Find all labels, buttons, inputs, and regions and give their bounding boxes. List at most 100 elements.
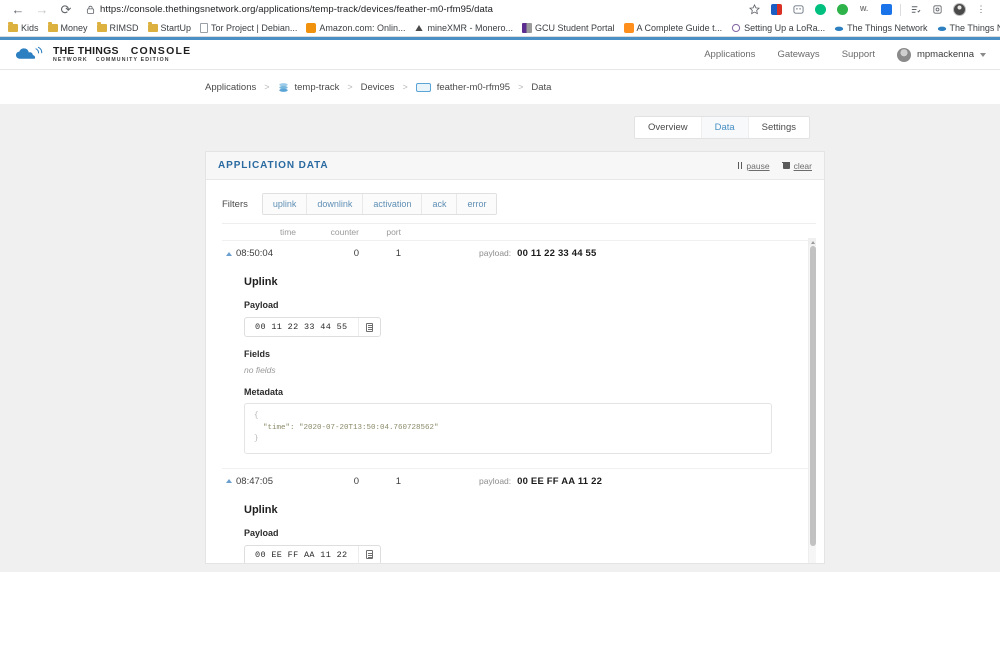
- extension-icon-4[interactable]: [831, 0, 853, 19]
- copy-payload-button[interactable]: [357, 545, 380, 563]
- breadcrumb-data[interactable]: Data: [531, 82, 551, 93]
- bookmark-item[interactable]: mineXMR - Monero...: [411, 19, 519, 36]
- filter-button-group: uplink downlink activation ack error: [261, 193, 498, 215]
- bookmark-star-icon[interactable]: [743, 0, 765, 19]
- filter-downlink[interactable]: downlink: [307, 194, 364, 214]
- folder-icon: [8, 21, 18, 32]
- event-type-title: Uplink: [244, 503, 278, 516]
- bookmark-item[interactable]: The Things Network: [831, 19, 933, 36]
- payload-value: 00 EE FF AA 11 22: [517, 475, 603, 487]
- bookmark-item[interactable]: GCU Student Portal: [519, 19, 621, 36]
- breadcrumb-label: Data: [531, 81, 552, 93]
- brand-name-line2: NETWORK: [53, 56, 88, 63]
- collections-icon[interactable]: [904, 0, 926, 19]
- panel-header: APPLICATION DATA pause clear: [206, 152, 824, 180]
- content-area: Overview Data Settings APPLICATION DATA …: [0, 104, 1000, 572]
- scroll-up-arrow-icon[interactable]: [809, 238, 816, 246]
- event-time: 08:47:05: [236, 475, 273, 487]
- filter-error[interactable]: error: [457, 194, 497, 214]
- amazon-icon: [306, 22, 317, 33]
- bookmark-item[interactable]: Kids: [5, 19, 45, 36]
- tabs-row: Overview Data Settings: [0, 104, 1000, 139]
- breadcrumb-separator: >: [347, 82, 353, 92]
- ttn-cloud-logo: [16, 47, 43, 60]
- bookmark-item[interactable]: Money: [45, 19, 94, 36]
- breadcrumb-temp-track[interactable]: temp-track: [278, 82, 339, 93]
- payload-field[interactable]: 00 11 22 33 44 55: [244, 317, 381, 337]
- breadcrumb-device[interactable]: feather-m0-rfm95: [415, 82, 510, 93]
- copy-payload-button[interactable]: [357, 318, 380, 336]
- panel-actions: pause clear: [737, 161, 812, 171]
- brand-text: THE THINGS CONSOLE NETWORK COMMUNITY EDI…: [53, 46, 191, 63]
- breadcrumb-label: Applications: [205, 81, 257, 93]
- payload-field-value: 00 11 22 33 44 55: [255, 322, 348, 332]
- bookmark-item[interactable]: Setting Up a LoRa...: [728, 19, 831, 36]
- bookmarks-bar: Kids Money RIMSD StartUp Tor Project | D…: [0, 19, 1000, 37]
- nav-applications[interactable]: Applications: [704, 49, 755, 60]
- extension-icon-3[interactable]: [809, 0, 831, 19]
- extension-icon-6[interactable]: [875, 0, 897, 19]
- chevron-up-icon: [226, 479, 232, 484]
- bookmark-item[interactable]: RIMSD: [94, 19, 145, 36]
- browser-chrome: ← → ⟳ https://console.thethingsnetwork.o…: [0, 0, 1000, 37]
- data-list-scroll-area[interactable]: time counter port 08:50:04 0 1 payload: …: [222, 223, 816, 563]
- tab-overview[interactable]: Overview: [635, 117, 702, 138]
- nav-gateways[interactable]: Gateways: [777, 49, 819, 60]
- vertical-scrollbar[interactable]: [808, 238, 816, 563]
- filter-uplink[interactable]: uplink: [262, 194, 308, 214]
- ttn-header: THE THINGS CONSOLE NETWORK COMMUNITY EDI…: [0, 40, 1000, 70]
- pause-icon: [737, 162, 743, 169]
- toolbar-divider: [900, 3, 901, 16]
- reload-button[interactable]: ⟳: [54, 0, 78, 19]
- pause-button[interactable]: pause: [737, 161, 770, 171]
- filters-row: Filters uplink downlink activation ack e…: [206, 180, 824, 223]
- ttn-icon: [834, 26, 844, 31]
- metadata-json-box: { "time": "2020-07-20T13:50:04.760728562…: [244, 403, 772, 454]
- table-row[interactable]: 08:50:04 0 1 payload: 00 11 22 33 44 55: [222, 240, 816, 266]
- extension-icon-1[interactable]: [765, 0, 787, 19]
- user-menu[interactable]: mpmackenna: [896, 47, 986, 62]
- breadcrumb: Applications > temp-track > Devices > fe…: [0, 70, 1000, 104]
- filter-activation[interactable]: activation: [363, 194, 423, 214]
- extension-icon-2[interactable]: [787, 0, 809, 19]
- filter-ack[interactable]: ack: [422, 194, 458, 214]
- bookmark-item[interactable]: Tor Project | Debian...: [197, 19, 303, 36]
- puzzle-icon[interactable]: [926, 0, 948, 19]
- url-text: https://console.thethingsnetwork.org/app…: [100, 4, 493, 15]
- browser-menu-button[interactable]: ⋮: [970, 0, 992, 19]
- address-bar[interactable]: https://console.thethingsnetwork.org/app…: [82, 2, 737, 17]
- breadcrumb-applications[interactable]: Applications: [205, 82, 256, 93]
- breadcrumb-devices[interactable]: Devices: [361, 82, 395, 93]
- forward-button[interactable]: →: [30, 0, 54, 19]
- bookmark-item[interactable]: The Things Network: [934, 19, 1000, 36]
- payload-label: payload:: [479, 248, 512, 258]
- tab-settings[interactable]: Settings: [748, 117, 809, 138]
- extension-icon-5[interactable]: W.: [853, 0, 875, 19]
- back-button[interactable]: ←: [6, 0, 30, 19]
- device-tabs: Overview Data Settings: [634, 116, 810, 139]
- column-header-time: time: [279, 227, 296, 237]
- column-header-counter: counter: [330, 227, 359, 237]
- application-data-panel: APPLICATION DATA pause clear Filters upl…: [205, 151, 825, 564]
- payload-section-label: Payload: [244, 527, 279, 538]
- expand-toggle[interactable]: [222, 479, 236, 484]
- tab-data[interactable]: Data: [701, 117, 749, 138]
- nav-support[interactable]: Support: [842, 49, 875, 60]
- payload-field[interactable]: 00 EE FF AA 11 22: [244, 544, 381, 563]
- bookmark-item[interactable]: StartUp: [145, 19, 198, 36]
- expand-toggle[interactable]: [222, 251, 236, 256]
- clear-button[interactable]: clear: [782, 161, 812, 171]
- csstricks-icon: [623, 22, 634, 33]
- data-column-headers: time counter port: [222, 224, 816, 240]
- bookmark-item[interactable]: A Complete Guide t...: [621, 19, 729, 36]
- brand-name-line1: THE THINGS: [53, 44, 119, 57]
- trash-icon: [782, 161, 791, 170]
- event-payload-summary: payload: 00 11 22 33 44 55: [479, 248, 596, 259]
- toolbar-icons: W. ⋮: [743, 0, 994, 19]
- profile-avatar[interactable]: [948, 0, 970, 19]
- table-row[interactable]: 08:47:05 0 1 payload: 00 EE FF AA 11 22: [222, 467, 816, 494]
- ttn-brand[interactable]: THE THINGS CONSOLE NETWORK COMMUNITY EDI…: [14, 46, 191, 63]
- event-port: 1: [395, 248, 401, 259]
- scrollbar-thumb[interactable]: [810, 246, 816, 546]
- bookmark-item[interactable]: Amazon.com: Onlin...: [303, 19, 411, 36]
